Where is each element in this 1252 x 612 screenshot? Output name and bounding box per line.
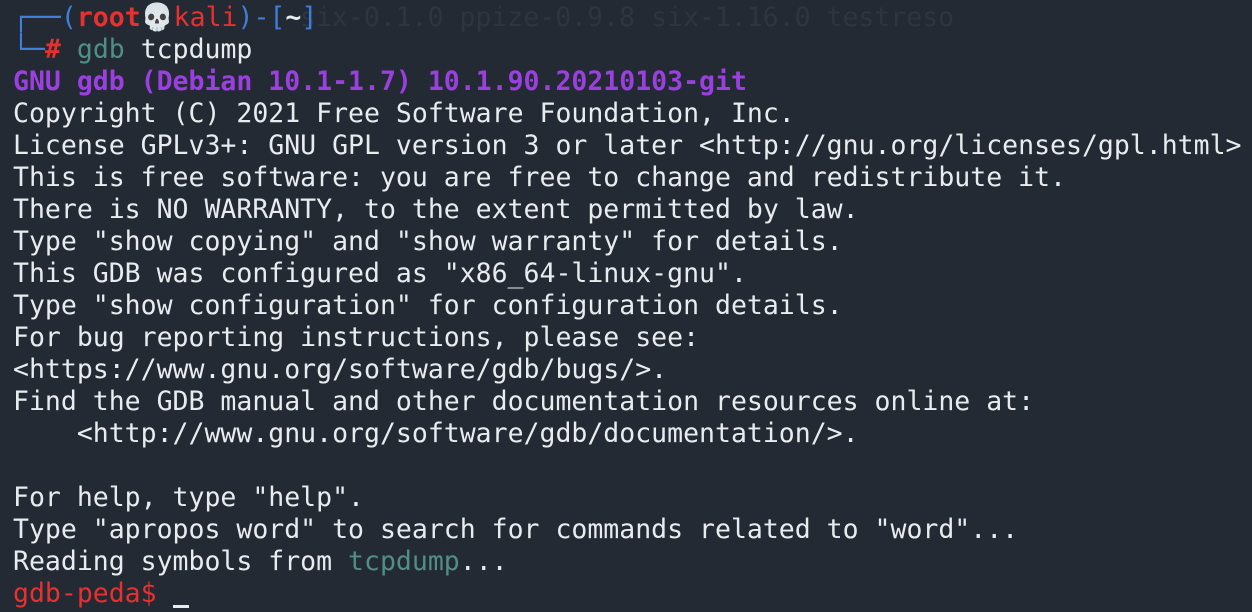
skull-icon: 💀 (140, 2, 174, 33)
reading-symbols-filename: tcpdump (348, 546, 460, 577)
output-line: Type "show copying" and "show warranty" … (13, 226, 843, 257)
output-line: Type "apropos word" to search for comman… (13, 514, 1019, 545)
output-line: This GDB was configured as "x86_64-linux… (13, 258, 747, 289)
prompt-hash-symbol: # (44, 34, 61, 65)
prompt-frame-bottom: └─ (13, 34, 45, 65)
terminal-window[interactable]: six-0.1.0 ppize-0.9.8 six-1.16.0 testres… (0, 0, 1252, 612)
reading-symbols-line: Reading symbols from tcpdump... (13, 546, 508, 578)
reading-symbols-suffix: ... (459, 546, 508, 577)
output-line: <http://www.gnu.org/software/gdb/documen… (13, 418, 859, 449)
output-line: Copyright (C) 2021 Free Software Foundat… (13, 98, 795, 129)
gdb-peda-prompt: gdb-peda$ (13, 578, 157, 609)
prompt-hostname: kali (173, 2, 238, 33)
command-argument: tcpdump (140, 34, 253, 65)
output-line: There is NO WARRANTY, to the extent perm… (13, 194, 859, 225)
output-line: For bug reporting instructions, please s… (13, 322, 700, 353)
prompt-frame-end: ] (301, 2, 318, 33)
output-line: Type "show configuration" for configurat… (13, 290, 843, 321)
prompt-path: ~ (285, 2, 302, 33)
reading-symbols-prefix: Reading symbols from (13, 546, 349, 577)
text-cursor[interactable] (172, 605, 189, 608)
prompt-frame-top: ┌──( (13, 2, 77, 33)
command-name: gdb (76, 34, 125, 65)
output-line: Find the GDB manual and other documentat… (13, 386, 1035, 417)
prompt-line-command: └─# gdb tcpdump (13, 34, 252, 66)
output-line: For help, type "help". (13, 482, 364, 513)
ghost-text: six-0.1.0 ppize-0.9.8 six-1.16.0 testres… (300, 2, 955, 33)
output-line: <https://www.gnu.org/software/gdb/bugs/>… (13, 354, 668, 385)
output-line: This is free software: you are free to c… (13, 162, 1066, 193)
output-line: License GPLv3+: GNU GPL version 3 or lat… (13, 130, 1242, 161)
gdb-version-banner: GNU gdb (Debian 10.1-1.7) 10.1.90.202101… (13, 66, 747, 97)
prompt-line-top: ┌──(root💀kali)-[~] (13, 2, 317, 34)
gdb-prompt-line[interactable]: gdb-peda$ (13, 578, 189, 610)
prompt-frame-mid: )-[ (237, 2, 286, 33)
prompt-username: root (76, 2, 141, 33)
